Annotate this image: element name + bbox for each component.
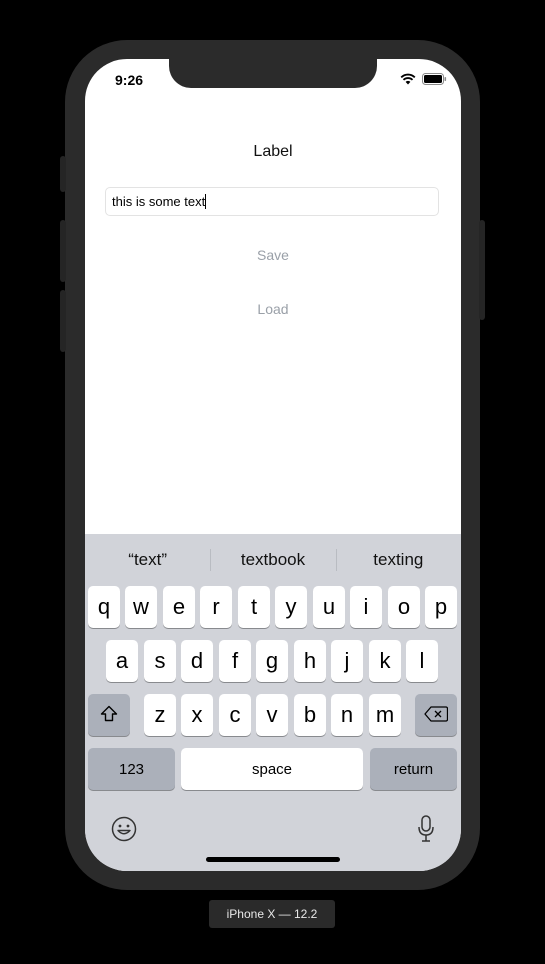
keyboard: “text” textbook texting q w e r t y u i … [85, 534, 461, 871]
status-icons [400, 72, 447, 90]
status-time: 9:26 [115, 72, 144, 88]
suggestion-item[interactable]: texting [335, 534, 461, 584]
volume-up-button [60, 220, 66, 282]
battery-icon [422, 72, 447, 90]
page-label: Label [253, 143, 293, 160]
text-input-value: this is some text [112, 194, 206, 209]
key-y[interactable]: y [275, 586, 307, 628]
key-d[interactable]: d [181, 640, 213, 682]
key-a[interactable]: a [106, 640, 138, 682]
key-l[interactable]: l [406, 640, 438, 682]
numbers-key[interactable]: 123 [88, 748, 175, 790]
delete-key[interactable] [415, 694, 457, 736]
key-w[interactable]: w [125, 586, 157, 628]
power-button [479, 220, 485, 320]
key-f[interactable]: f [219, 640, 251, 682]
key-x[interactable]: x [181, 694, 213, 736]
space-key[interactable]: space [181, 748, 363, 790]
key-v[interactable]: v [256, 694, 288, 736]
key-r[interactable]: r [200, 586, 232, 628]
key-q[interactable]: q [88, 586, 120, 628]
key-c[interactable]: c [219, 694, 251, 736]
suggestion-item[interactable]: textbook [210, 534, 335, 584]
emoji-icon [111, 816, 137, 846]
key-n[interactable]: n [331, 694, 363, 736]
silent-switch [60, 156, 66, 192]
key-e[interactable]: e [163, 586, 195, 628]
key-z[interactable]: z [144, 694, 176, 736]
shift-icon [100, 702, 118, 728]
key-j[interactable]: j [331, 640, 363, 682]
key-p[interactable]: p [425, 586, 457, 628]
backspace-icon [424, 702, 449, 728]
key-g[interactable]: g [256, 640, 288, 682]
screen: 9:26 Label this is some text Save Load “… [85, 59, 461, 871]
key-s[interactable]: s [144, 640, 176, 682]
load-button[interactable]: Load [85, 301, 461, 317]
key-m[interactable]: m [369, 694, 401, 736]
key-b[interactable]: b [294, 694, 326, 736]
dictation-button[interactable] [417, 815, 435, 848]
emoji-button[interactable] [111, 816, 137, 847]
suggestion-item[interactable]: “text” [85, 534, 210, 584]
suggestion-bar: “text” textbook texting [85, 534, 461, 584]
wifi-icon [400, 72, 416, 90]
key-t[interactable]: t [238, 586, 270, 628]
text-caret [205, 194, 207, 209]
shift-key[interactable] [88, 694, 130, 736]
text-input[interactable]: this is some text [105, 187, 439, 216]
microphone-icon [417, 815, 435, 847]
notch [169, 59, 377, 88]
key-o[interactable]: o [388, 586, 420, 628]
return-key[interactable]: return [370, 748, 457, 790]
key-h[interactable]: h [294, 640, 326, 682]
key-u[interactable]: u [313, 586, 345, 628]
volume-down-button [60, 290, 66, 352]
key-i[interactable]: i [350, 586, 382, 628]
save-button[interactable]: Save [85, 247, 461, 263]
device-label: iPhone X — 12.2 [209, 900, 335, 928]
home-indicator [206, 857, 340, 862]
key-k[interactable]: k [369, 640, 401, 682]
